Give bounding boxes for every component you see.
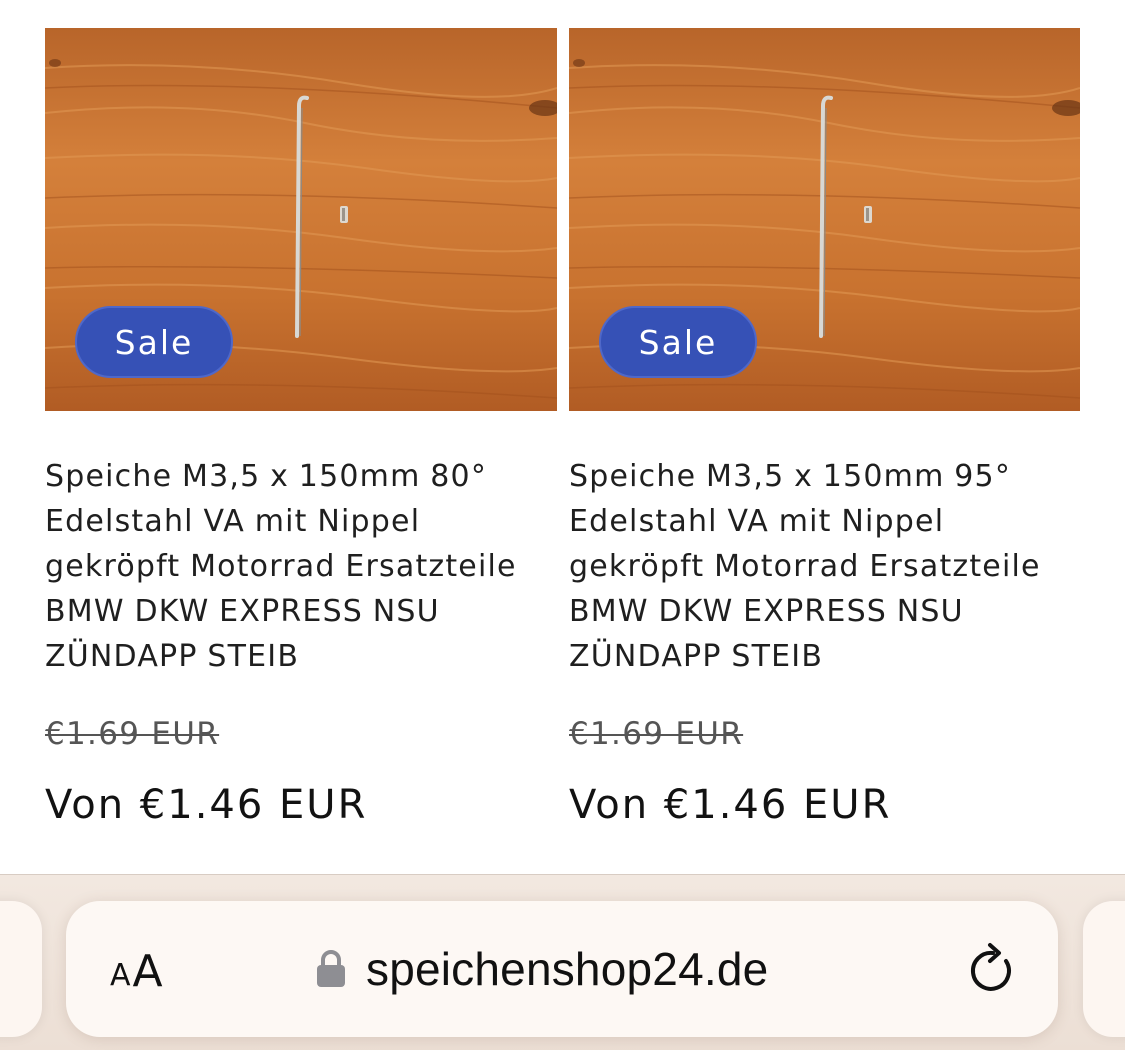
regular-price: €1.69 EUR — [45, 716, 220, 752]
reload-icon[interactable] — [968, 941, 1018, 995]
next-tab-preview[interactable] — [1083, 901, 1125, 1037]
browser-toolbar: A A speichenshop24.de — [0, 874, 1125, 1050]
sale-badge: Sale — [599, 306, 757, 378]
page: Sale Speiche M3,5 x 150mm 80° Edelstahl … — [0, 0, 1125, 1050]
sale-badge: Sale — [75, 306, 233, 378]
url-text: speichenshop24.de — [366, 943, 769, 995]
regular-price: €1.69 EUR — [569, 716, 744, 752]
address-bar[interactable]: A A speichenshop24.de — [66, 901, 1058, 1037]
product-card[interactable]: Sale Speiche M3,5 x 150mm 80° Edelstahl … — [45, 28, 557, 831]
text-size-large-glyph: A — [132, 946, 163, 997]
product-title[interactable]: Speiche M3,5 x 150mm 95° Edelstahl VA mi… — [569, 454, 1080, 679]
product-image[interactable]: Sale — [45, 28, 557, 411]
product-title[interactable]: Speiche M3,5 x 150mm 80° Edelstahl VA mi… — [45, 454, 557, 679]
product-image[interactable]: Sale — [569, 28, 1080, 411]
lock-icon — [316, 949, 346, 989]
text-size-small-glyph: A — [110, 958, 131, 993]
sale-price: Von €1.46 EUR — [45, 782, 368, 828]
product-card[interactable]: Sale Speiche M3,5 x 150mm 95° Edelstahl … — [569, 28, 1080, 831]
reader-text-settings-button[interactable]: A A — [110, 941, 163, 997]
sale-price: Von €1.46 EUR — [569, 782, 892, 828]
url-display[interactable]: speichenshop24.de — [316, 939, 768, 999]
previous-tab-preview[interactable] — [0, 901, 42, 1037]
product-grid: Sale Speiche M3,5 x 150mm 80° Edelstahl … — [45, 28, 1080, 873]
